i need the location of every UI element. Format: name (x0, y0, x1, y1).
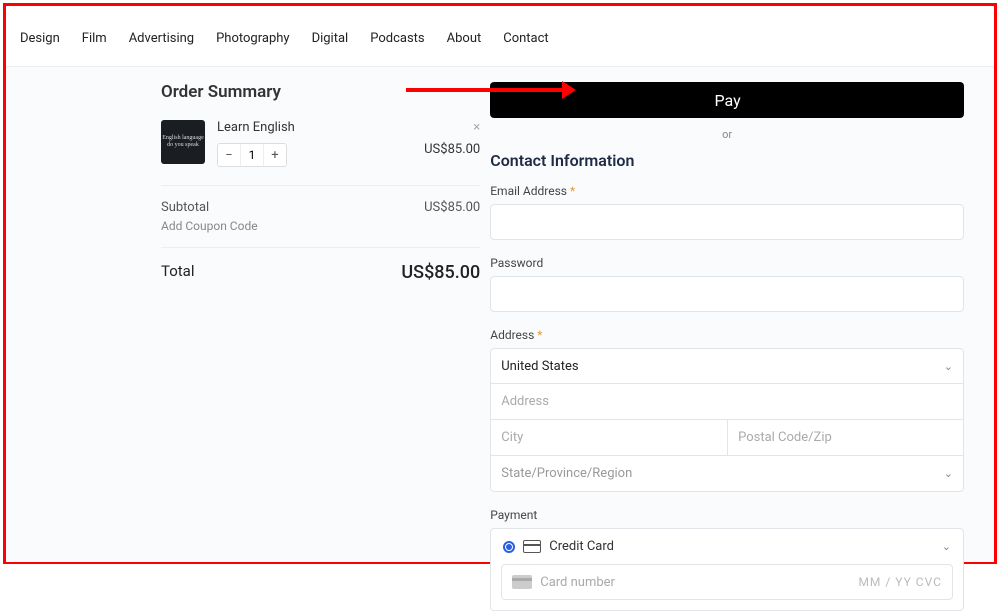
apple-pay-label: Pay (715, 91, 741, 110)
nav-podcasts[interactable]: Podcasts (370, 31, 424, 46)
payment-box: Credit Card ⌄ MM / YY CVC (490, 528, 964, 611)
credit-card-option[interactable]: Credit Card ⌄ (491, 529, 963, 564)
address-field[interactable] (490, 384, 964, 420)
chevron-down-icon: ⌄ (944, 467, 953, 480)
country-select[interactable]: United States ⌄ (490, 348, 964, 384)
total-label: Total (161, 262, 195, 283)
nav-contact[interactable]: Contact (503, 31, 548, 46)
nav-photography[interactable]: Photography (216, 31, 289, 46)
chevron-down-icon: ⌄ (944, 360, 953, 373)
address-label: Address * (490, 328, 964, 342)
card-input-row[interactable]: MM / YY CVC (501, 564, 953, 600)
email-label: Email Address * (490, 184, 964, 198)
radio-selected-icon (503, 541, 515, 553)
total-value: US$85.00 (401, 262, 480, 283)
or-divider: or (490, 128, 964, 141)
item-name: Learn English (217, 120, 480, 135)
remove-item-icon[interactable]: × (473, 120, 480, 135)
subtotal-label: Subtotal (161, 200, 209, 215)
credit-card-icon (523, 540, 541, 553)
state-placeholder: State/Province/Region (501, 466, 632, 481)
add-coupon-link[interactable]: Add Coupon Code (161, 219, 480, 233)
password-label: Password (490, 256, 964, 270)
chevron-down-icon: ⌄ (942, 540, 951, 553)
nav-about[interactable]: About (447, 31, 482, 46)
nav-film[interactable]: Film (82, 31, 107, 46)
nav-digital[interactable]: Digital (312, 31, 349, 46)
payment-label: Payment (490, 508, 964, 522)
password-field[interactable] (490, 276, 964, 312)
subtotal-value: US$85.00 (424, 200, 480, 215)
city-field[interactable] (490, 420, 727, 456)
card-number-icon (512, 575, 532, 589)
nav-advertising[interactable]: Advertising (129, 31, 194, 46)
annotation-arrow (406, 83, 576, 97)
email-field[interactable] (490, 204, 964, 240)
state-select[interactable]: State/Province/Region ⌄ (490, 456, 964, 492)
qty-decrease-button[interactable]: − (218, 144, 240, 166)
item-thumbnail: English languagedo you speak (161, 120, 205, 164)
country-value: United States (501, 359, 578, 374)
quantity-stepper[interactable]: − + (217, 143, 287, 167)
nav-design[interactable]: Design (20, 31, 60, 46)
cart-item-row: English languagedo you speak Learn Engli… (161, 120, 480, 186)
zip-field[interactable] (727, 420, 964, 456)
credit-card-label: Credit Card (549, 539, 614, 554)
qty-input[interactable] (240, 144, 264, 166)
top-nav: Design Film Advertising Photography Digi… (6, 6, 994, 67)
card-expiry-cvc-hint: MM / YY CVC (858, 575, 942, 589)
card-number-field[interactable] (540, 575, 858, 590)
contact-info-heading: Contact Information (490, 151, 964, 170)
item-price: US$85.00 (424, 142, 480, 157)
qty-increase-button[interactable]: + (264, 144, 286, 166)
